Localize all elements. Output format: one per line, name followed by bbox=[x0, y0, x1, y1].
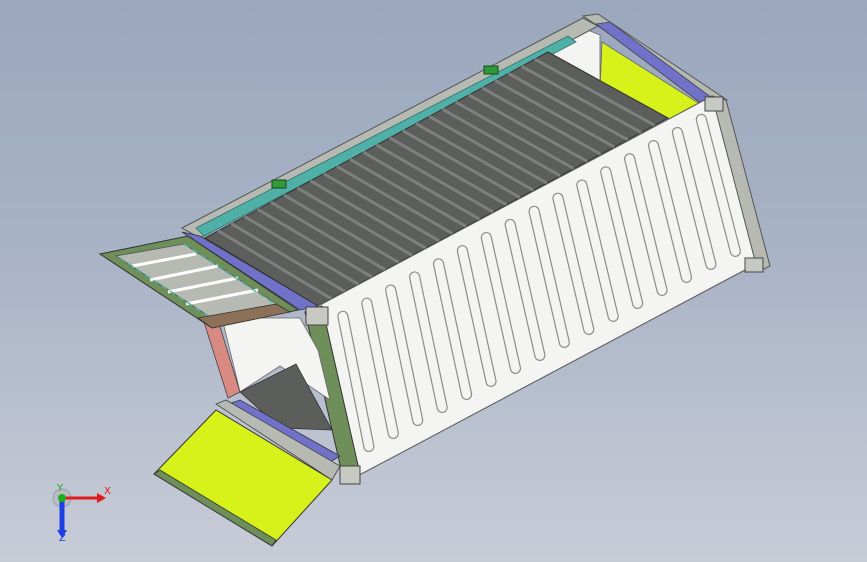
triad-z-label: Z bbox=[59, 533, 66, 544]
cad-viewport[interactable]: X Y Z bbox=[0, 0, 867, 562]
triad-y-label: Y bbox=[57, 483, 64, 494]
corner-casting-top-right bbox=[704, 96, 724, 112]
corner-casting-bottom-left bbox=[339, 465, 361, 485]
corner-casting-top-left bbox=[305, 306, 329, 326]
top-rail-hinge-2 bbox=[483, 65, 499, 75]
triad-x-label: X bbox=[104, 486, 111, 497]
container-3d-model[interactable] bbox=[0, 0, 867, 562]
corner-casting-bottom-right bbox=[744, 257, 764, 273]
triad-y-axis-dot bbox=[58, 494, 66, 502]
top-rail-hinge-1 bbox=[271, 179, 287, 189]
